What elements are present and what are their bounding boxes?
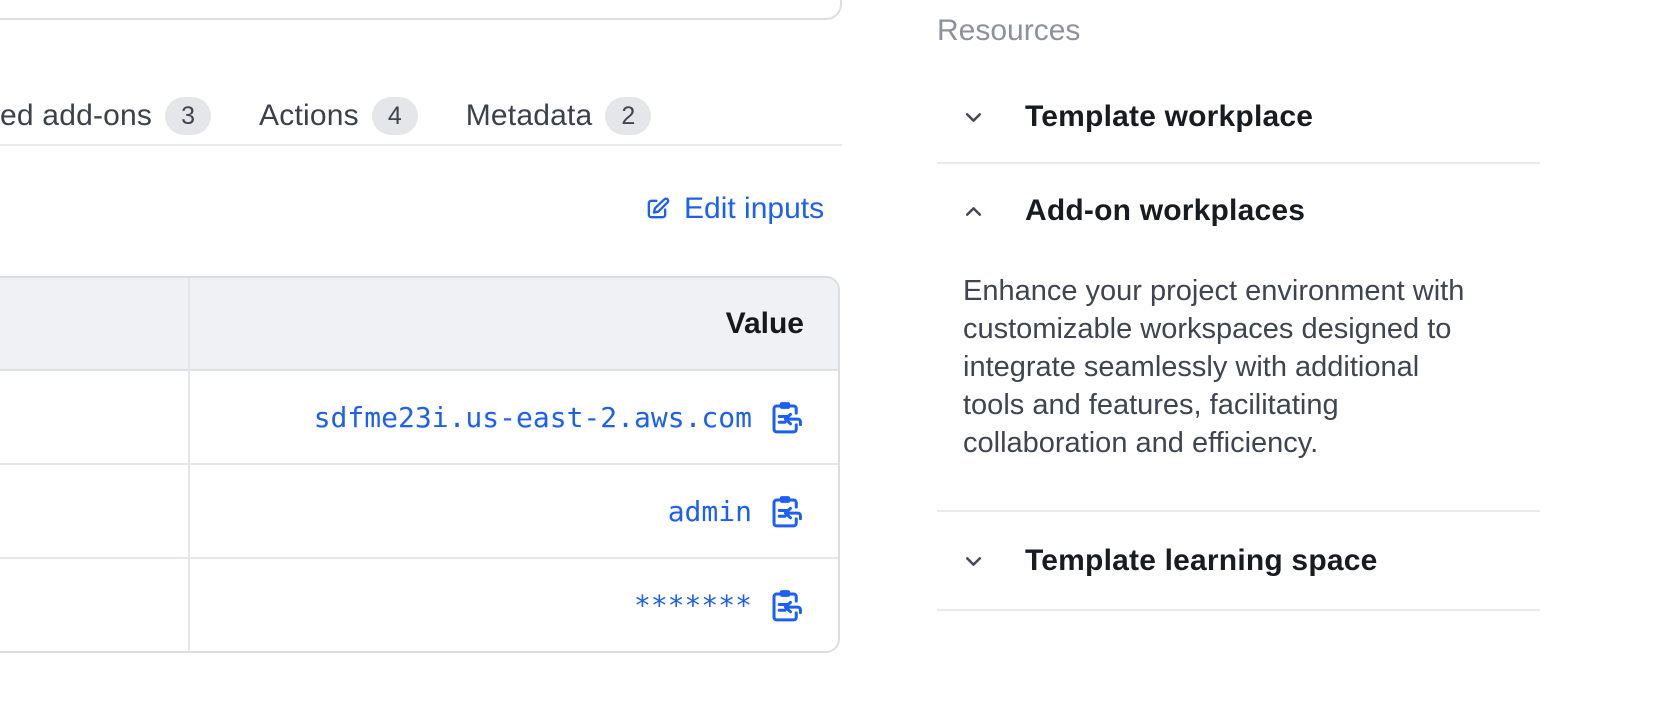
copy-value-button[interactable] [768,400,802,434]
chevron-down-icon [963,107,984,128]
accordion-template-workplace: Template workplace [937,88,1540,164]
table-row: sdfme23i.us-east-2.aws.com [0,371,838,465]
resources-panel: Resources Template workplace Add-on work… [937,14,1540,611]
table-header-row: Value [0,278,838,371]
inputs-table: Value sdfme23i.us-east-2.aws.com admin [0,276,840,653]
resources-panel-title: Resources [937,14,1540,48]
copy-value-button[interactable] [768,494,802,528]
tab-actions[interactable]: Actions 4 [259,97,418,135]
chevron-down-icon [963,551,984,572]
copy-clipboard-icon [768,588,802,622]
accordion-title: Add-on workplaces [1025,194,1305,228]
accordion-title: Template workplace [1025,100,1313,134]
table-row: admin [0,465,838,559]
key-cell [0,371,190,463]
tab-metadata[interactable]: Metadata 2 [466,97,652,135]
accordion-toggle-template-learning-space[interactable]: Template learning space [937,512,1540,609]
copy-clipboard-icon [768,494,802,528]
accordion-add-on-workplaces: Add-on workplaces Enhance your project e… [937,164,1540,512]
accordion-toggle-add-on-workplaces[interactable]: Add-on workplaces [937,164,1540,248]
accordion-toggle-template-workplace[interactable]: Template workplace [937,88,1540,162]
tab-label: Metadata [466,99,593,133]
table-row: ******* [0,559,838,651]
input-value-username: admin [668,495,752,528]
value-column-header: Value [726,307,804,341]
tab-installed-add-ons[interactable]: ed add-ons 3 [0,97,211,135]
edit-pencil-icon [643,195,671,223]
tab-bar-divider [0,144,842,146]
accordion-description: Enhance your project environment with cu… [963,272,1478,462]
table-header-key-cell [0,278,190,369]
input-value-password-masked: ******* [634,589,752,622]
edit-inputs-button[interactable]: Edit inputs [643,192,824,226]
tab-label: ed add-ons [0,99,152,133]
key-cell [0,559,190,651]
tab-bar: ed add-ons 3 Actions 4 Metadata 2 [0,97,651,135]
input-value-host: sdfme23i.us-east-2.aws.com [314,401,752,434]
copy-value-button[interactable] [768,588,802,622]
tab-count-badge: 2 [605,97,651,135]
key-cell [0,465,190,557]
tab-count-badge: 4 [372,97,418,135]
previous-section-card [0,0,842,20]
copy-clipboard-icon [768,400,802,434]
accordion-template-learning-space: Template learning space [937,512,1540,611]
edit-inputs-label: Edit inputs [684,192,824,226]
tab-count-badge: 3 [165,97,211,135]
tab-label: Actions [259,99,359,133]
accordion-title: Template learning space [1025,544,1378,578]
chevron-up-icon [963,201,984,222]
